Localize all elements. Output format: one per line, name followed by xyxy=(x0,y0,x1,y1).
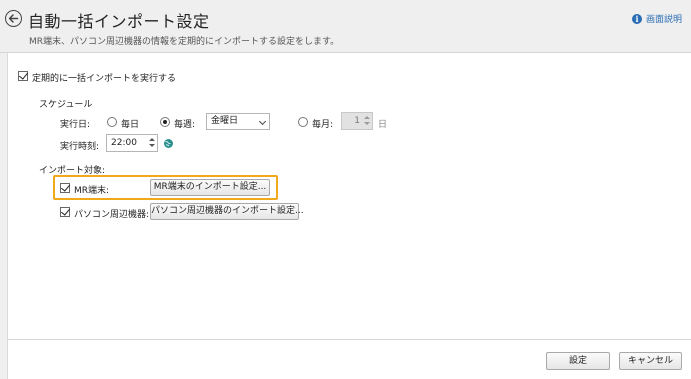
globe-clock-icon[interactable] xyxy=(163,138,174,149)
day-unit-label: 日 xyxy=(378,120,388,130)
monthly-radio[interactable] xyxy=(298,117,308,127)
month-day-value: 1 xyxy=(354,116,360,126)
run-day-label: 実行日: xyxy=(60,120,91,130)
schedule-heading: スケジュール xyxy=(39,100,93,110)
spin-down-icon[interactable] xyxy=(148,143,156,150)
month-day-spinner[interactable]: 1 xyxy=(341,112,373,130)
save-button[interactable]: 設定 xyxy=(546,352,610,370)
page-subtitle: MR端末、パソコン周辺機器の情報を定期的にインポートする設定をします。 xyxy=(29,37,340,47)
help-link[interactable]: i 画面説明 xyxy=(631,12,682,25)
pc-peripherals-checkbox[interactable] xyxy=(60,207,70,217)
chevron-down-icon xyxy=(258,117,267,126)
spin-down-icon[interactable] xyxy=(363,121,371,128)
enable-import-label: 定期的に一括インポートを実行する xyxy=(32,74,177,84)
daily-label: 毎日 xyxy=(121,120,140,130)
spin-up-icon[interactable] xyxy=(148,136,156,143)
back-button[interactable] xyxy=(5,10,22,27)
weekly-radio[interactable] xyxy=(160,117,170,127)
pc-import-settings-button[interactable]: パソコン周辺機器のインポート設定... xyxy=(150,203,304,220)
spin-up-icon[interactable] xyxy=(363,114,371,121)
enable-import-checkbox[interactable] xyxy=(18,71,28,81)
run-time-spinner[interactable]: 22:00 xyxy=(106,134,158,152)
pc-peripherals-label: パソコン周辺機器: xyxy=(74,210,150,220)
run-time-label: 実行時刻: xyxy=(60,142,100,152)
info-icon: i xyxy=(631,13,642,24)
mr-import-settings-button[interactable]: MR端末のインポート設定... xyxy=(150,179,270,196)
weekday-select[interactable]: 金曜日 xyxy=(206,113,270,130)
monthly-label: 毎月: xyxy=(312,120,334,130)
arrow-left-icon xyxy=(8,14,19,23)
left-panel-edge xyxy=(0,53,8,379)
cancel-button[interactable]: キャンセル xyxy=(619,352,682,370)
weekday-select-value: 金曜日 xyxy=(211,116,239,126)
weekly-label: 毎週: xyxy=(174,120,196,130)
run-time-value: 22:00 xyxy=(111,138,137,148)
page-header: 自動一括インポート設定 MR端末、パソコン周辺機器の情報を定期的にインポートする… xyxy=(0,0,691,53)
help-link-label: 画面説明 xyxy=(645,15,682,25)
daily-radio[interactable] xyxy=(107,117,117,127)
page-title: 自動一括インポート設定 xyxy=(28,12,210,31)
mr-terminal-checkbox[interactable] xyxy=(60,183,70,193)
mr-terminal-label: MR端末: xyxy=(74,186,110,196)
